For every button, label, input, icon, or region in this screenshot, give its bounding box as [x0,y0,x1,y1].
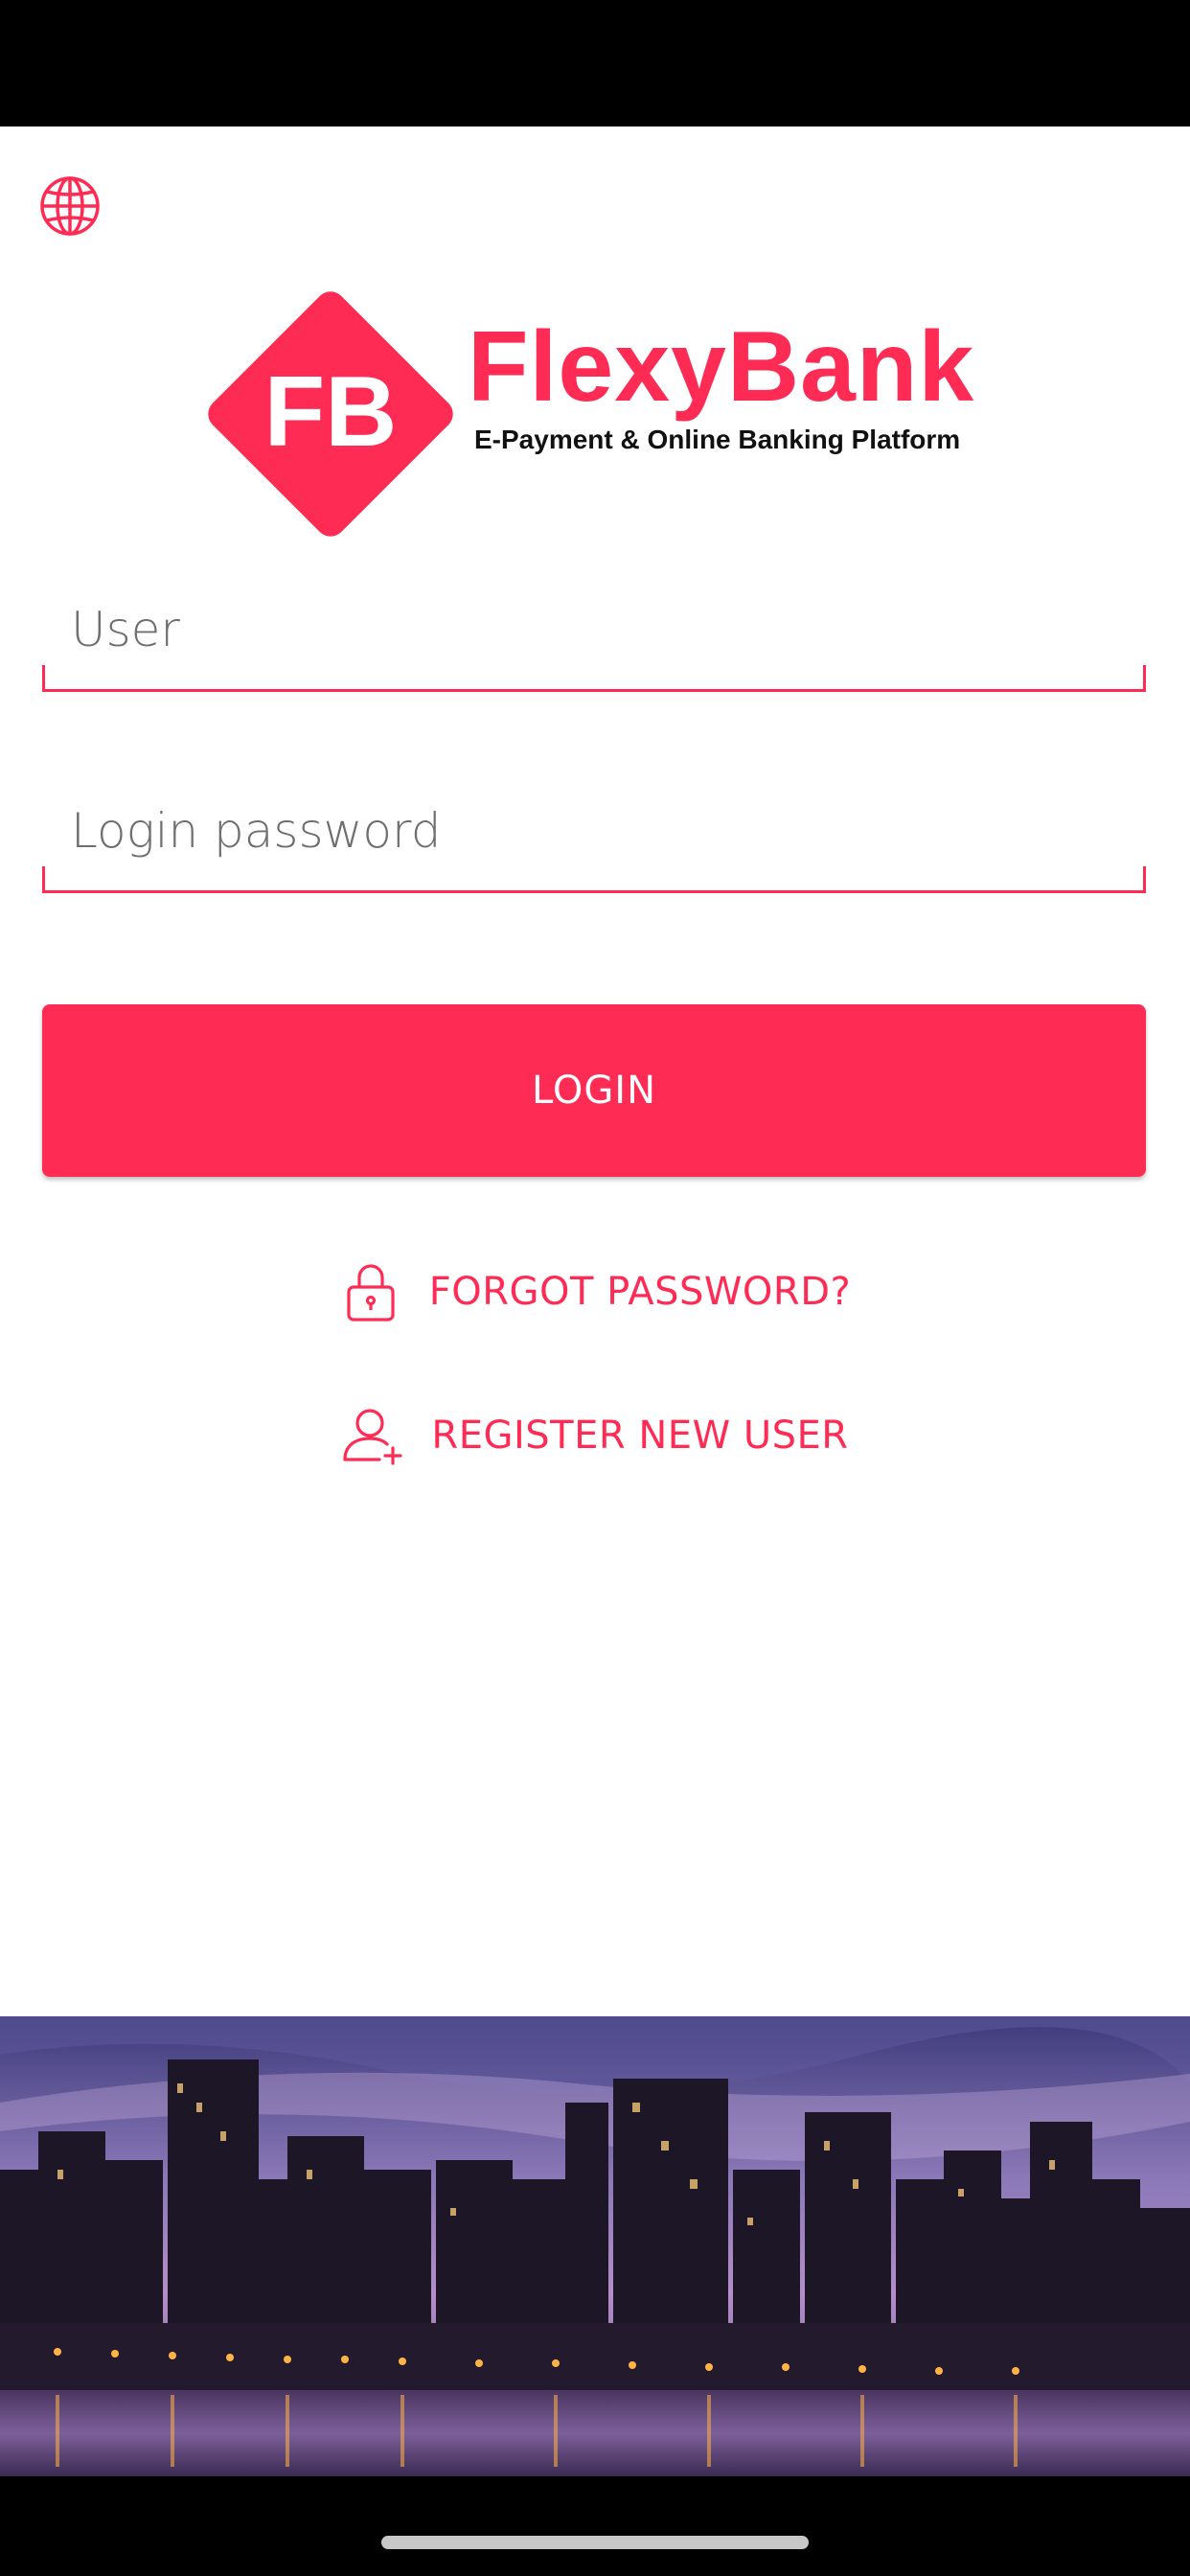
logo-diamond: FB [208,291,453,537]
system-navigation-bar [0,2476,1190,2576]
forgot-password-label: FORGOT PASSWORD? [428,1270,852,1314]
login-button[interactable]: LOGIN [42,1004,1146,1177]
lock-icon [347,1264,395,1322]
user-input[interactable] [42,586,1146,673]
forgot-password-link[interactable]: FORGOT PASSWORD? [0,1254,1190,1330]
password-field [42,788,1146,893]
brand-name: FlexyBank [468,311,975,423]
login-screen: FB FlexyBank E-Payment & Online Banking … [0,126,1190,2476]
user-field [42,586,1146,692]
user-field-underline [42,665,1146,692]
password-input[interactable] [42,788,1146,874]
phone-screen: FB FlexyBank E-Payment & Online Banking … [0,0,1190,2576]
home-indicator[interactable] [381,2536,809,2549]
brand-logo: FB FlexyBank E-Payment & Online Banking … [201,285,987,543]
register-new-user-label: REGISTER NEW USER [431,1414,849,1458]
register-new-user-link[interactable]: REGISTER NEW USER [0,1397,1190,1474]
status-bar [0,0,1190,126]
logo-initials: FB [264,356,398,468]
brand-tagline: E-Payment & Online Banking Platform [474,425,961,454]
globe-icon[interactable] [38,174,102,238]
user-add-icon [343,1409,403,1465]
password-field-underline [42,866,1146,893]
city-skyline-image [0,2016,1190,2476]
